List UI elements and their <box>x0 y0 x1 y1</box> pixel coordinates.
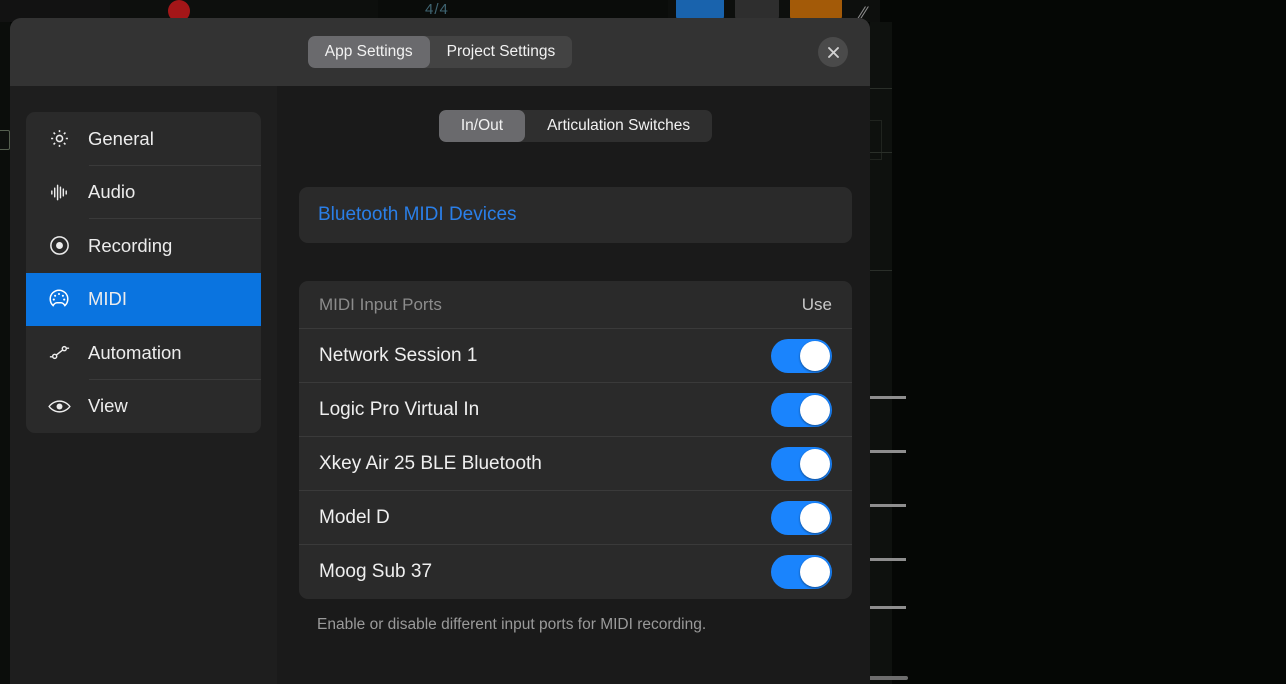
tab-in-out-label: In/Out <box>460 117 504 134</box>
tab-project-settings-label: Project Settings <box>446 43 556 60</box>
table-row: Moog Sub 37 <box>299 545 852 599</box>
sidebar-item-automation[interactable]: Automation <box>26 326 261 380</box>
sidebar-item-audio-label: Audio <box>88 181 136 203</box>
port-use-toggle[interactable] <box>771 500 832 535</box>
sidebar-list: General Audio Recording MIDI Automation … <box>26 112 261 433</box>
bluetooth-midi-devices-link[interactable]: Bluetooth MIDI Devices <box>318 204 517 225</box>
port-name: Model D <box>319 506 390 528</box>
sidebar-item-view[interactable]: View <box>26 380 261 434</box>
sidebar-item-audio[interactable]: Audio <box>26 166 261 219</box>
port-use-toggle[interactable] <box>771 446 832 481</box>
close-icon <box>826 45 841 60</box>
sidebar-item-recording[interactable]: Recording <box>26 219 261 273</box>
column-header-ports: MIDI Input Ports <box>319 294 442 314</box>
port-use-toggle[interactable] <box>771 555 832 589</box>
sidebar-item-midi-label: MIDI <box>88 288 128 310</box>
midi-port-icon <box>44 287 74 311</box>
table-row: Xkey Air 25 BLE Bluetooth <box>299 437 852 491</box>
eye-icon <box>44 394 74 419</box>
sidebar-separator <box>89 432 261 433</box>
table-header: MIDI Input Ports Use <box>299 281 852 329</box>
port-name: Logic Pro Virtual In <box>319 398 480 420</box>
automation-icon <box>44 340 74 365</box>
tab-app-settings[interactable]: App Settings <box>307 36 430 68</box>
tab-app-settings-label: App Settings <box>324 43 413 60</box>
settings-scope-tabs: App Settings Project Settings <box>307 36 573 68</box>
sidebar-item-midi[interactable]: MIDI <box>26 272 261 326</box>
background-track-region <box>866 450 906 453</box>
port-name: Moog Sub 37 <box>319 561 433 582</box>
tab-project-settings[interactable]: Project Settings <box>430 36 573 68</box>
sidebar-item-automation-label: Automation <box>88 341 182 363</box>
table-row: Network Session 1 <box>299 329 852 383</box>
bluetooth-midi-card: Bluetooth MIDI Devices <box>299 187 852 243</box>
toggle-knob <box>800 340 830 371</box>
background-track-region <box>866 504 906 507</box>
background-left-box <box>0 130 10 150</box>
sidebar-item-view-label: View <box>88 395 128 417</box>
settings-sidebar: General Audio Recording MIDI Automation … <box>10 86 277 684</box>
settings-main-panel: In/Out Articulation Switches Bluetooth M… <box>277 86 870 684</box>
background-time-signature: 4/4 <box>425 1 449 18</box>
sidebar-item-general-label: General <box>88 127 154 149</box>
background-track-region <box>866 606 906 609</box>
waveform-icon <box>44 181 74 204</box>
tab-articulation-switches[interactable]: Articulation Switches <box>525 110 712 142</box>
background-track-separator <box>870 152 892 153</box>
port-name: Network Session 1 <box>319 344 478 366</box>
toggle-knob <box>800 394 830 425</box>
midi-input-ports-table: MIDI Input Ports Use Network Session 1 L… <box>299 281 852 599</box>
sidebar-item-general[interactable]: General <box>26 112 261 166</box>
dialog-titlebar: App Settings Project Settings <box>10 18 870 86</box>
column-header-use: Use <box>801 294 832 314</box>
background-left-panel <box>0 22 10 684</box>
background-track-region <box>866 396 906 399</box>
sidebar-item-recording-label: Recording <box>88 234 173 256</box>
background-track-region <box>866 558 906 561</box>
port-name: Xkey Air 25 BLE Bluetooth <box>319 452 542 474</box>
midi-section-tabs: In/Out Articulation Switches <box>438 110 713 142</box>
tab-articulation-switches-label: Articulation Switches <box>547 117 691 134</box>
table-row: Logic Pro Virtual In <box>299 383 852 437</box>
dialog-body: General Audio Recording MIDI Automation … <box>10 86 870 684</box>
screen: 4/4 ⁄⁄ App Settings Project Settings Gen… <box>0 0 1286 684</box>
table-row: Model D <box>299 491 852 545</box>
background-track-separator <box>870 88 892 89</box>
port-use-toggle[interactable] <box>771 392 832 427</box>
background-track-separator <box>870 270 892 271</box>
port-use-toggle[interactable] <box>771 338 832 373</box>
close-button[interactable] <box>818 37 848 67</box>
tab-in-out[interactable]: In/Out <box>438 110 526 142</box>
record-icon <box>44 234 74 257</box>
toggle-knob <box>800 448 830 479</box>
ports-footnote: Enable or disable different input ports … <box>317 616 707 633</box>
settings-dialog: App Settings Project Settings General Au… <box>10 18 870 684</box>
gear-icon <box>44 127 74 150</box>
toggle-knob <box>800 502 830 533</box>
toggle-knob <box>800 557 830 587</box>
